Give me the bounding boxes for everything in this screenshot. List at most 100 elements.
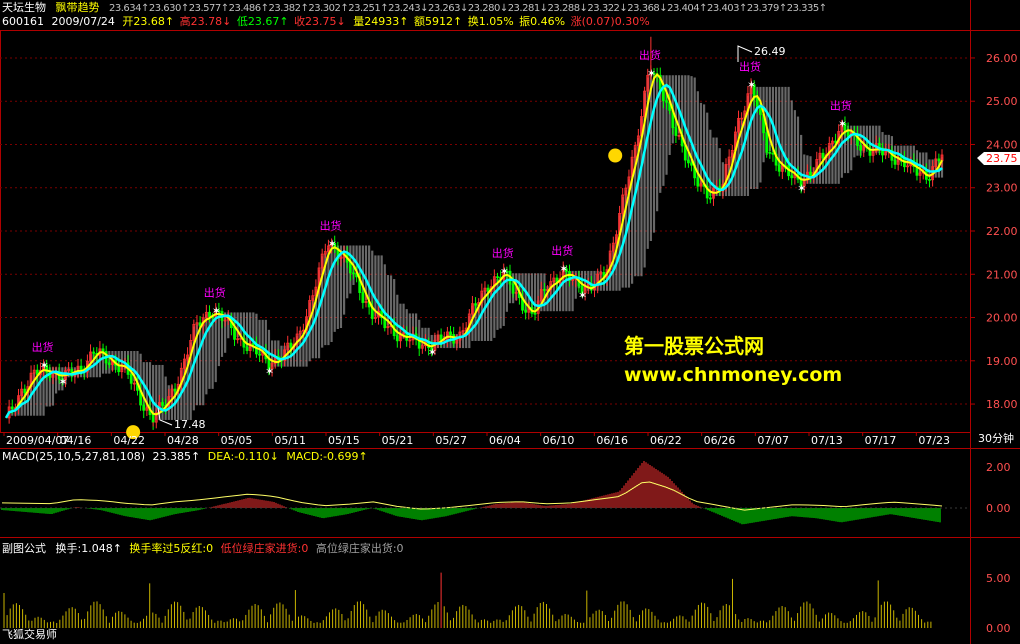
- candle-body: [687, 159, 690, 164]
- y-tick-label: 21.00: [986, 268, 1018, 281]
- candle-body: [289, 342, 293, 348]
- star-marker: ✶: [838, 117, 847, 130]
- y-tick-label: 18.00: [986, 398, 1018, 411]
- x-tick-label: 07/13: [811, 434, 843, 447]
- sell-signal-label: 出货: [492, 246, 514, 260]
- y-tick-label: 20.00: [986, 312, 1018, 325]
- star-marker: ✶: [647, 67, 656, 80]
- sub-flag-1: 换手率过5反红:0: [129, 542, 214, 555]
- candle-body: [759, 107, 762, 115]
- quote-volume: 量24933↑: [353, 15, 409, 28]
- y-tick-label: 26.00: [986, 52, 1018, 65]
- candle-body: [690, 162, 693, 166]
- candle-body: [10, 406, 14, 410]
- x-tick-label: 04/16: [60, 434, 92, 447]
- watermark-title: 第一股票公式网: [624, 334, 764, 358]
- smiley-icon: [608, 148, 623, 163]
- x-tick-label: 07/07: [757, 434, 789, 447]
- candle-body: [674, 127, 678, 136]
- candle-body: [708, 197, 712, 200]
- quote-open: 开23.68↑: [122, 15, 175, 28]
- low-label: 17.48: [174, 418, 206, 431]
- x-tick-label: 06/26: [704, 434, 736, 447]
- macd-histogram: 2.00 0.00: [1, 460, 1011, 525]
- sell-signal-label: 出货: [639, 48, 661, 62]
- candle-body: [107, 362, 111, 365]
- star-marker: ✶: [58, 375, 67, 388]
- candle-body: [23, 388, 27, 393]
- x-tick-label: 07/17: [865, 434, 897, 447]
- candle-body: [859, 145, 863, 151]
- candle-body: [893, 159, 897, 165]
- candle-body: [768, 151, 772, 154]
- candle-body: [937, 158, 941, 162]
- quote-high: 高23.78↓: [179, 15, 232, 28]
- sell-signal-label: 出货: [551, 244, 573, 258]
- period-label[interactable]: 30分钟: [978, 431, 1014, 445]
- x-tick-label: 05/11: [274, 434, 306, 447]
- current-price-tag: 23.75: [977, 152, 1020, 165]
- quote-amount: 额5912↑: [414, 15, 463, 28]
- sell-signal-label: 出货: [830, 98, 852, 112]
- candle-body: [258, 353, 261, 356]
- macd-value: MACD:-0.699↑: [286, 450, 368, 463]
- y-tick-label: 19.00: [986, 355, 1018, 368]
- candle-body: [208, 311, 211, 317]
- candle-body: [92, 351, 96, 354]
- candle-body: [661, 88, 665, 102]
- watermark-url: www.chnmoney.com: [624, 364, 843, 386]
- x-tick-label: 06/10: [543, 434, 575, 447]
- sub-flag-2: 低位绿庄家进货:0: [220, 542, 309, 555]
- candle-body: [533, 312, 537, 315]
- x-tick-label: 05/27: [435, 434, 467, 447]
- star-marker: ✶: [747, 79, 756, 92]
- star-marker: ✶: [40, 359, 49, 372]
- high-callout: 26.49: [737, 45, 786, 62]
- macd-main-value: 23.385↑: [152, 450, 201, 463]
- x-tick-label: 05/05: [221, 434, 253, 447]
- stock-name[interactable]: 天坛生物: [2, 1, 46, 14]
- macd-y-label: 0.00: [986, 502, 1011, 515]
- star-marker: ✶: [559, 263, 568, 276]
- x-tick-label: 07/23: [918, 434, 950, 447]
- sell-signal-label: 出货: [32, 340, 54, 354]
- sub-title[interactable]: 副图公式: [2, 542, 46, 555]
- quote-date: 2009/07/24: [51, 15, 115, 28]
- quote-low: 低23.67↑: [236, 15, 289, 28]
- sell-signal-label: 出货: [320, 218, 342, 232]
- app-footer: 飞狐交易师: [2, 628, 57, 641]
- sub-header: 副图公式 换手:1.048↑ 换手率过5反红:0 低位绿庄家进货:0 高位绿庄家…: [2, 542, 404, 555]
- star-marker: ✶: [578, 289, 587, 302]
- indicator-name[interactable]: 飘带趋势: [56, 1, 100, 14]
- x-tick-label: 06/04: [489, 434, 521, 447]
- candle-body: [161, 402, 164, 406]
- x-tick-label: 05/15: [328, 434, 360, 447]
- macd-title[interactable]: MACD(25,10,5,27,81,108): [2, 450, 145, 463]
- candle-body: [173, 388, 177, 392]
- turnover-y-label: 5.00: [986, 572, 1011, 585]
- stock-code: 600161: [2, 15, 44, 28]
- candle-body: [511, 283, 515, 294]
- price-grid: [0, 57, 970, 405]
- header-row-2: 600161 2009/07/24 开23.68↑ 高23.78↓ 低23.67…: [2, 15, 650, 28]
- high-label: 26.49: [754, 45, 786, 58]
- quote-amplitude: 振0.46%: [519, 15, 566, 28]
- star-marker: ✶: [797, 182, 806, 195]
- sell-signal-label: 出货: [739, 60, 761, 74]
- candle-body: [129, 373, 133, 384]
- macd-dea: DEA:-0.110↓: [207, 450, 279, 463]
- star-marker: ✶: [212, 304, 221, 317]
- candle-body: [245, 346, 249, 351]
- quote-change: 涨(0.07)0.30%: [570, 15, 650, 28]
- sell-signal-label: 出货: [204, 285, 226, 299]
- quote-close: 收23.75↓: [294, 15, 346, 28]
- x-tick-label: 06/22: [650, 434, 682, 447]
- candle-body: [928, 178, 931, 181]
- candle-body: [474, 303, 477, 306]
- candle-body: [361, 292, 365, 303]
- candle-body: [696, 177, 700, 187]
- candle-body: [101, 348, 105, 352]
- candle-body: [771, 152, 775, 155]
- candle-body: [449, 331, 452, 336]
- sub-flag-3: 高位绿庄家出货:0: [315, 542, 404, 555]
